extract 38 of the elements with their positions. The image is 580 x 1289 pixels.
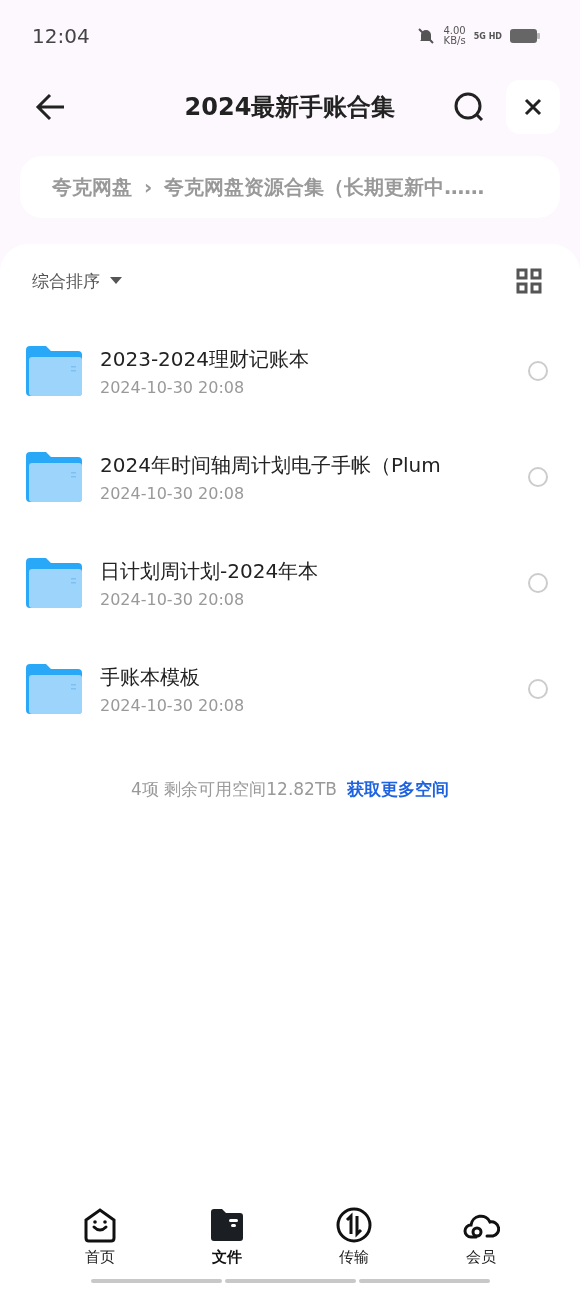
folder-icon — [26, 452, 82, 502]
breadcrumb-separator: › — [144, 175, 153, 199]
network-speed: 4.00 — [443, 26, 466, 36]
modified-date: 2024-10-30 20:08 — [100, 589, 246, 609]
nav-tab[interactable]: 会员 — [440, 1206, 521, 1267]
folder-icon — [26, 664, 82, 714]
speed-unit: KB/s — [443, 36, 466, 46]
modified-date: 2024-10-30 20:08 — [100, 483, 246, 503]
select-checkbox[interactable] — [528, 679, 548, 699]
close-icon — [523, 97, 543, 117]
select-checkbox[interactable] — [528, 573, 548, 593]
nav-tab[interactable]: 文件 — [186, 1206, 267, 1267]
search-icon — [452, 90, 486, 124]
caret-icon — [110, 277, 122, 285]
grid-view-button[interactable] — [514, 266, 544, 296]
network-type: 5G HD — [473, 31, 502, 41]
folder-icon — [26, 558, 82, 608]
sort-dropdown[interactable]: 综合排序 — [32, 269, 122, 293]
close-button[interactable] — [506, 80, 560, 134]
nav-tab[interactable]: 首页 — [59, 1206, 140, 1267]
page-title: 2024最新手账合集 — [183, 92, 397, 123]
transfer-icon — [334, 1206, 373, 1244]
battery-icon — [510, 29, 540, 43]
storage-summary: 4项 剩余可用空间12.82TB — [131, 778, 337, 801]
modified-date: 2024-10-30 20:08 — [100, 695, 246, 715]
folder-name[interactable]: 2024年时间轴周计划电子手帐（Plum — [100, 451, 450, 478]
folder-name[interactable]: 手账本模板 — [100, 663, 450, 690]
folder-name[interactable]: 2023-2024理财记账本 — [100, 345, 450, 372]
select-checkbox[interactable] — [528, 361, 548, 381]
select-checkbox[interactable] — [528, 467, 548, 487]
folder-icon — [26, 346, 82, 396]
grid-icon — [516, 268, 542, 294]
nav-tab[interactable]: 传输 — [313, 1206, 394, 1267]
muted-bell-icon — [417, 27, 436, 45]
status-time: 12:04 — [32, 24, 90, 48]
folder-name[interactable]: 日计划周计划-2024年本 — [100, 557, 450, 584]
modified-date: 2024-10-30 20:08 — [100, 377, 246, 397]
more-space-link[interactable]: 获取更多空间 — [346, 778, 449, 801]
